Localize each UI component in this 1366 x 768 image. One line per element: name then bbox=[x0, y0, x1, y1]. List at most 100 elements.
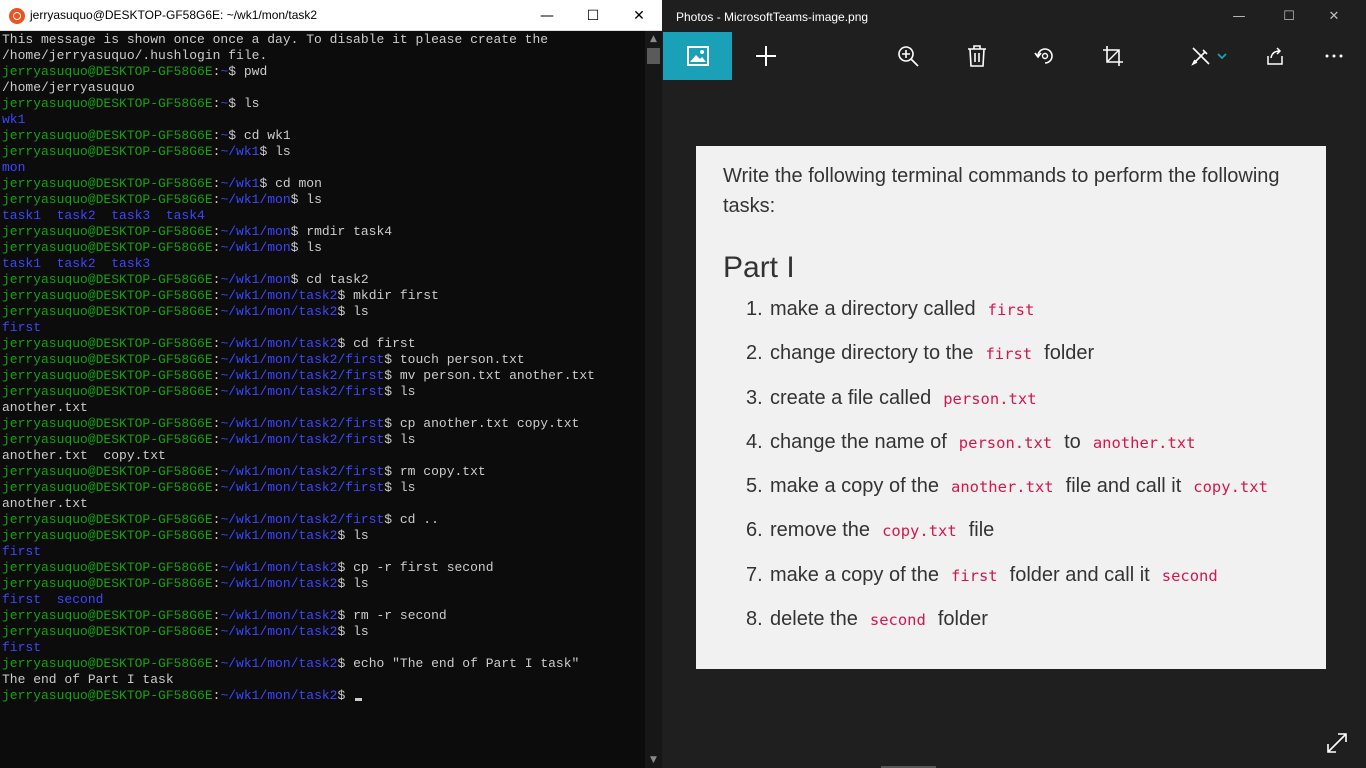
terminal-window[interactable]: jerryasuquo@DESKTOP-GF58G6E: ~/wk1/mon/t… bbox=[0, 0, 662, 768]
terminal-text: $ touch person.txt bbox=[384, 352, 525, 367]
close-button[interactable]: ✕ bbox=[616, 0, 662, 31]
terminal-text: $ mv person.txt another.txt bbox=[384, 368, 595, 383]
photos-window[interactable]: Photos - MicrosoftTeams-image.png — ☐ ✕ bbox=[663, 0, 1366, 768]
terminal-line: jerryasuquo@DESKTOP-GF58G6E:~/wk1/mon/ta… bbox=[2, 384, 645, 400]
prompt-user: jerryasuquo@DESKTOP-GF58G6E bbox=[2, 288, 213, 303]
terminal-output[interactable]: This message is shown once once a day. T… bbox=[0, 31, 645, 768]
task-text: change directory to the bbox=[770, 342, 974, 365]
prompt-path: ~/wk1/mon/task2 bbox=[220, 688, 338, 703]
terminal-line: jerryasuquo@DESKTOP-GF58G6E:~/wk1/mon/ta… bbox=[2, 576, 645, 592]
edit-icon[interactable] bbox=[1184, 32, 1218, 80]
terminal-line: jerryasuquo@DESKTOP-GF58G6E:~/wk1/mon/ta… bbox=[2, 560, 645, 576]
terminal-line: mon bbox=[2, 160, 645, 176]
code-snippet: another.txt bbox=[1086, 433, 1202, 452]
prompt-path: ~/wk1/mon/task2 bbox=[220, 624, 338, 639]
code-snippet: first bbox=[944, 566, 1004, 585]
terminal-line: jerryasuquo@DESKTOP-GF58G6E:~/wk1/mon/ta… bbox=[2, 352, 645, 368]
terminal-line: jerryasuquo@DESKTOP-GF58G6E:~/wk1/mon$ c… bbox=[2, 272, 645, 288]
task-text: create a file called bbox=[770, 386, 932, 409]
terminal-text: $ rm copy.txt bbox=[384, 464, 486, 479]
share-icon[interactable] bbox=[1258, 32, 1292, 80]
crop-icon[interactable] bbox=[1096, 32, 1130, 80]
prompt-path: ~/wk1/mon bbox=[220, 224, 291, 239]
minimize-button[interactable]: — bbox=[524, 0, 570, 31]
instructions-text: Write the following terminal commands to… bbox=[723, 165, 1280, 217]
prompt-path: ~/wk1/mon/task2/first bbox=[220, 384, 385, 399]
scrollbar-thumb[interactable] bbox=[647, 48, 660, 64]
code-snippet: first bbox=[981, 301, 1041, 319]
terminal-scrollbar[interactable]: ▲ ▼ bbox=[645, 31, 662, 768]
terminal-line: first bbox=[2, 640, 645, 656]
more-icon[interactable] bbox=[1317, 32, 1351, 80]
prompt-path: ~/wk1/mon/task2 bbox=[220, 288, 338, 303]
terminal-line: another.txt copy.txt bbox=[2, 448, 645, 464]
terminal-text: $ bbox=[337, 688, 354, 703]
terminal-line: jerryasuquo@DESKTOP-GF58G6E:~$ cd wk1 bbox=[2, 128, 645, 144]
prompt-user: jerryasuquo@DESKTOP-GF58G6E bbox=[2, 560, 213, 575]
terminal-text: $ cp another.txt copy.txt bbox=[384, 416, 580, 431]
prompt-path: ~/wk1/mon/task2/first bbox=[220, 464, 385, 479]
task-text: make a directory called bbox=[770, 298, 976, 320]
image-icon[interactable] bbox=[663, 32, 732, 80]
terminal-line: This message is shown once once a day. T… bbox=[2, 32, 645, 48]
terminal-line: task1 task2 task3 bbox=[2, 256, 645, 272]
prompt-path: ~/wk1/mon/task2/first bbox=[220, 512, 385, 527]
terminal-titlebar[interactable]: jerryasuquo@DESKTOP-GF58G6E: ~/wk1/mon/t… bbox=[0, 0, 662, 31]
prompt-user: jerryasuquo@DESKTOP-GF58G6E bbox=[2, 240, 213, 255]
maximize-button[interactable]: ☐ bbox=[1266, 0, 1312, 32]
prompt-user: jerryasuquo@DESKTOP-GF58G6E bbox=[2, 624, 213, 639]
photo-canvas[interactable]: Write the following terminal commands to… bbox=[696, 146, 1326, 669]
task-number: 6. bbox=[746, 519, 763, 542]
terminal-line: jerryasuquo@DESKTOP-GF58G6E:~/wk1/mon/ta… bbox=[2, 368, 645, 384]
task-number: 2. bbox=[746, 342, 763, 365]
terminal-line: jerryasuquo@DESKTOP-GF58G6E:~/wk1/mon$ l… bbox=[2, 240, 645, 256]
dir-listing: first bbox=[2, 320, 42, 335]
prompt-user: jerryasuquo@DESKTOP-GF58G6E bbox=[2, 336, 213, 351]
prompt-user: jerryasuquo@DESKTOP-GF58G6E bbox=[2, 96, 213, 111]
minimize-button[interactable]: — bbox=[1216, 0, 1262, 32]
prompt-user: jerryasuquo@DESKTOP-GF58G6E bbox=[2, 432, 213, 447]
dir-listing: mon bbox=[2, 160, 26, 175]
terminal-text: $ ls bbox=[228, 96, 260, 111]
plus-icon[interactable] bbox=[749, 32, 783, 80]
task-number: 5. bbox=[746, 475, 763, 498]
maximize-button[interactable]: ☐ bbox=[570, 0, 616, 31]
terminal-line: jerryasuquo@DESKTOP-GF58G6E:~/wk1/mon$ r… bbox=[2, 224, 645, 240]
terminal-text: $ ls bbox=[259, 144, 291, 159]
code-snippet: person.txt bbox=[952, 433, 1059, 452]
terminal-line: jerryasuquo@DESKTOP-GF58G6E:~/wk1$ cd mo… bbox=[2, 176, 645, 192]
prompt-path: ~/wk1 bbox=[220, 176, 260, 191]
rotate-icon[interactable] bbox=[1028, 32, 1062, 80]
code-snippet: another.txt bbox=[944, 478, 1060, 497]
chevron-down-icon[interactable] bbox=[1214, 32, 1230, 80]
zoom-in-icon[interactable] bbox=[891, 32, 925, 80]
delete-icon[interactable] bbox=[960, 32, 994, 80]
scroll-up-icon[interactable]: ▲ bbox=[645, 31, 662, 47]
code-snippet: first bbox=[979, 345, 1039, 364]
code-snippet: second bbox=[863, 611, 932, 630]
code-snippet: person.txt bbox=[937, 389, 1043, 408]
task-list: 1. make a directory called first 2. change d… bbox=[746, 298, 1274, 652]
terminal-text: /home/jerryasuquo/.hushlogin file. bbox=[2, 48, 268, 63]
task-text: folder and call it bbox=[1009, 563, 1150, 586]
task-item: 5. make a copy of the another.txt file and … bbox=[746, 475, 1274, 519]
close-button[interactable]: ✕ bbox=[1311, 0, 1357, 32]
prompt-user: jerryasuquo@DESKTOP-GF58G6E bbox=[2, 656, 213, 671]
prompt-user: jerryasuquo@DESKTOP-GF58G6E bbox=[2, 528, 213, 543]
task-number: 8. bbox=[746, 608, 763, 631]
prompt-user: jerryasuquo@DESKTOP-GF58G6E bbox=[2, 64, 213, 79]
terminal-line: /home/jerryasuquo bbox=[2, 80, 645, 96]
photos-titlebar[interactable]: Photos - MicrosoftTeams-image.png — ☐ ✕ bbox=[663, 0, 1366, 32]
terminal-line: The end of Part I task bbox=[2, 672, 645, 688]
prompt-path: ~/wk1/mon/task2 bbox=[220, 528, 338, 543]
terminal-cursor bbox=[355, 698, 363, 701]
dir-listing: first second bbox=[2, 592, 104, 607]
terminal-line: jerryasuquo@DESKTOP-GF58G6E:~/wk1/mon/ta… bbox=[2, 480, 645, 496]
photos-toolbar bbox=[663, 32, 1366, 80]
prompt-path: ~/wk1 bbox=[220, 144, 260, 159]
expand-icon[interactable] bbox=[1326, 732, 1348, 754]
prompt-path: ~/wk1/mon/task2/first bbox=[220, 368, 385, 383]
terminal-text: $ pwd bbox=[228, 64, 268, 79]
prompt-path: ~/wk1/mon/task2/first bbox=[220, 480, 385, 495]
scroll-down-icon[interactable]: ▼ bbox=[645, 752, 662, 768]
